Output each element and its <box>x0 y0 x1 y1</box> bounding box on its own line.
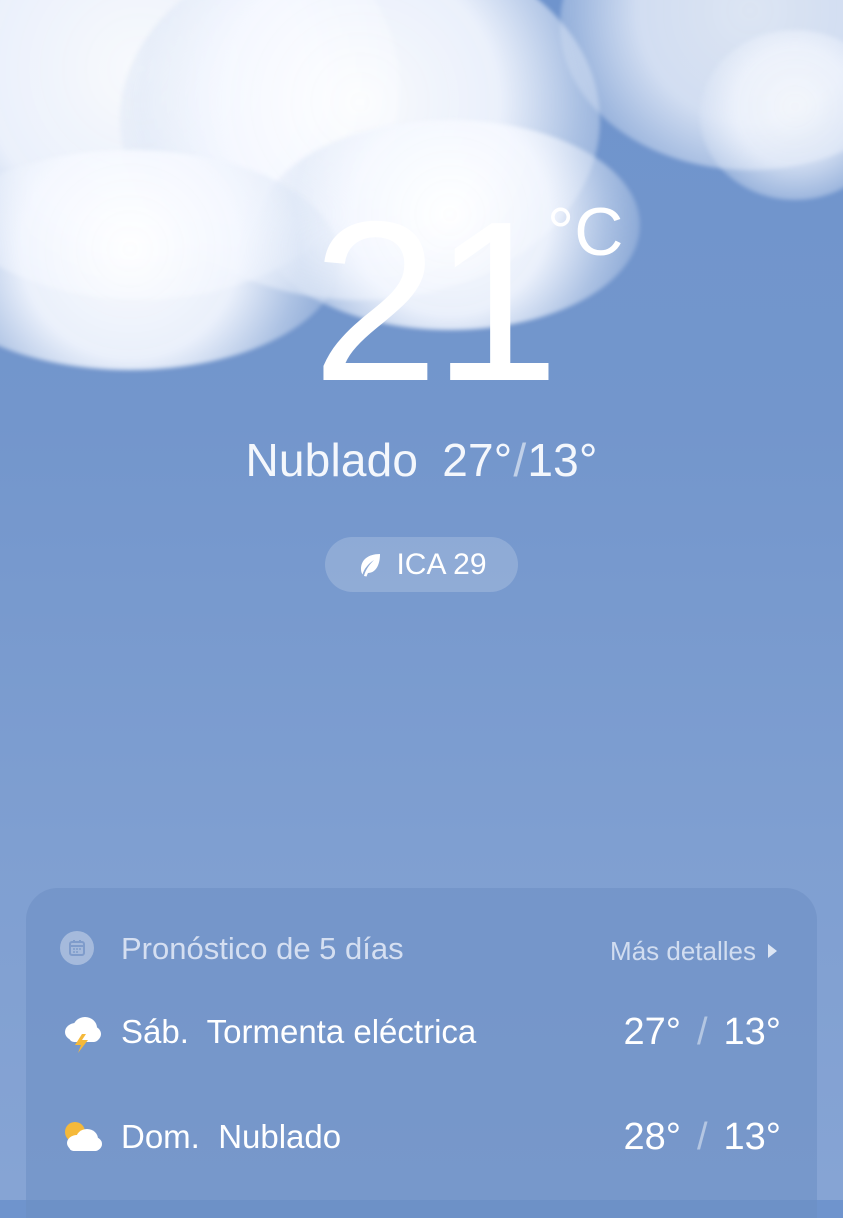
current-low: 13° <box>527 434 598 486</box>
forecast-title: Pronóstico de 5 días <box>121 931 404 966</box>
air-quality-badge[interactable]: ICA 29 <box>325 537 518 592</box>
forecast-day-row[interactable]: Sáb. Tormenta eléctrica 27° / 13° <box>26 1002 817 1062</box>
current-temperature: 21 °C <box>312 188 672 416</box>
forecast-day-name: Sáb. <box>121 1013 189 1050</box>
forecast-day-low: 13° <box>723 1116 781 1158</box>
temp-separator: / <box>696 1116 708 1158</box>
current-high: 27° <box>442 434 513 486</box>
air-quality-label: ICA 29 <box>396 547 487 581</box>
forecast-day-row[interactable]: Dom. Nublado 28° / 13° <box>26 1107 817 1167</box>
leaf-icon <box>356 551 384 579</box>
forecast-day-high: 27° <box>623 1011 681 1053</box>
high-low-separator: / <box>513 434 527 486</box>
forecast-header: Pronóstico de 5 días Más detalles <box>26 888 817 1012</box>
current-condition-row: Nublado 27°/13° <box>0 430 843 490</box>
current-condition: Nublado <box>245 434 419 486</box>
forecast-day-label: Dom. Nublado <box>121 1115 341 1159</box>
forecast-day-condition: Tormenta eléctrica <box>206 1013 477 1050</box>
temp-separator: / <box>696 1011 708 1053</box>
forecast-day-temps: 27° / 13° <box>624 1008 782 1056</box>
temperature-unit: °C <box>547 194 624 270</box>
forecast-day-condition: Nublado <box>218 1118 342 1155</box>
more-details-link[interactable]: Más detalles <box>610 934 777 968</box>
forecast-day-low: 13° <box>723 1011 781 1053</box>
forecast-day-temps: 28° / 13° <box>624 1113 782 1161</box>
forecast-day-name: Dom. <box>121 1118 200 1155</box>
forecast-card: Pronóstico de 5 días Más detalles Sáb. T… <box>26 888 817 1218</box>
partly-cloudy-icon <box>60 1115 104 1159</box>
temperature-value: 21 <box>312 175 560 429</box>
chevron-right-icon <box>768 944 777 958</box>
more-details-label: Más detalles <box>610 936 756 966</box>
calendar-icon <box>60 931 94 965</box>
thunderstorm-icon <box>60 1010 104 1054</box>
forecast-day-high: 28° <box>623 1116 681 1158</box>
forecast-day-label: Sáb. Tormenta eléctrica <box>121 1010 476 1054</box>
